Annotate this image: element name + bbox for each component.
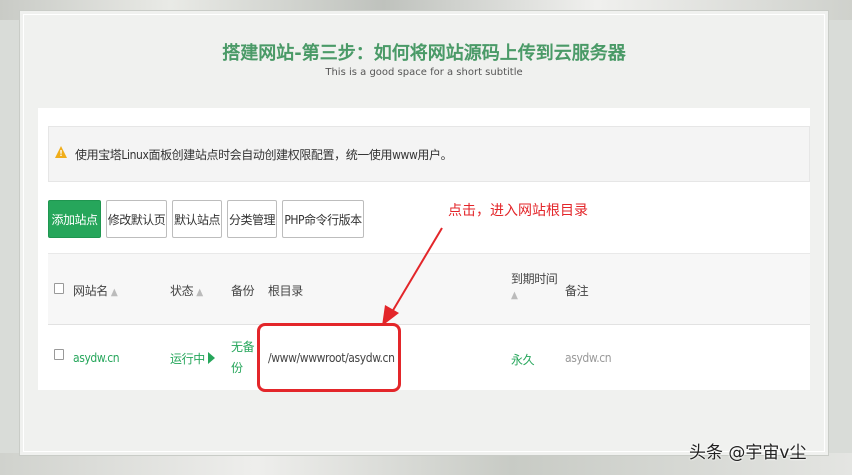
arrow-line — [391, 227, 443, 313]
annotation-arrow — [382, 227, 443, 326]
arrow-head — [382, 305, 399, 326]
watermark: 头条 @宇宙v尘 — [689, 443, 807, 463]
